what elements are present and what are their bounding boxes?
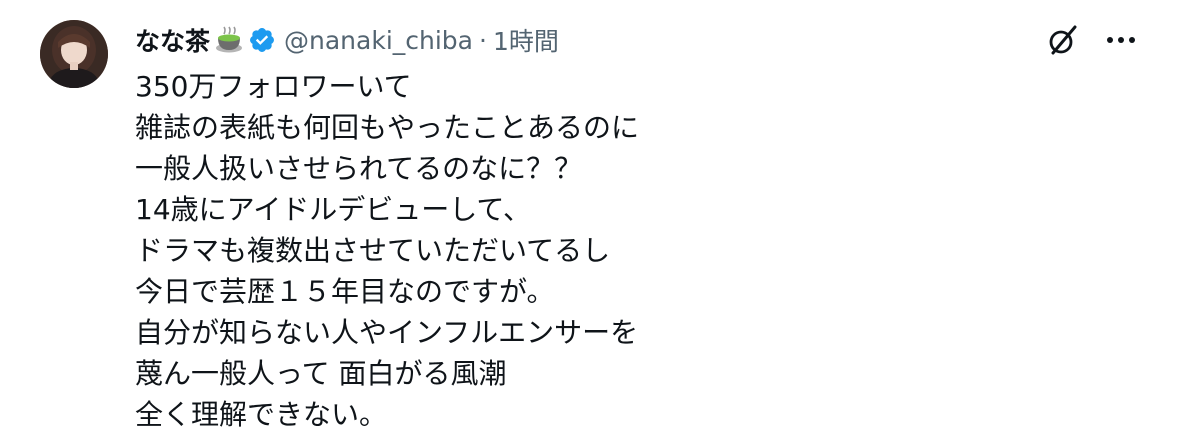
- tweet: なな茶 @nanaki_chiba · 1時間 350万フォロワーいて 雑誌の表…: [0, 0, 1179, 439]
- grok-icon: [1049, 25, 1077, 55]
- avatar[interactable]: [40, 20, 108, 88]
- display-name[interactable]: なな茶: [135, 22, 210, 58]
- tweet-text-line: 350万フォロワーいて: [135, 70, 412, 103]
- tweet-text-line: 蔑ん一般人って 面白がる風潮: [135, 357, 507, 390]
- grok-button[interactable]: [1045, 22, 1081, 58]
- separator-dot: ·: [479, 25, 487, 55]
- more-options-button[interactable]: [1103, 22, 1139, 58]
- tweet-text-line: 全く理解できない。: [135, 398, 388, 431]
- avatar-image: [40, 20, 108, 88]
- more-options-icon: [1107, 37, 1135, 43]
- matcha-tea-emoji: [214, 26, 244, 54]
- user-handle[interactable]: @nanaki_chiba: [284, 26, 473, 55]
- tweet-text-line: 雑誌の表紙も何回もやったことあるのに: [135, 111, 640, 144]
- verified-badge-icon[interactable]: [248, 26, 276, 54]
- tweet-text-line: ドラマも複数出させていただいてるし: [135, 234, 611, 267]
- tweet-header: なな茶 @nanaki_chiba · 1時間: [135, 22, 559, 58]
- timestamp[interactable]: 1時間: [493, 22, 559, 58]
- tweet-text-line: 一般人扱いさせられてるのなに？？: [135, 152, 583, 185]
- tweet-text-line: 今日で芸歴１５年目なのですが。: [135, 275, 555, 308]
- tweet-text: 350万フォロワーいて 雑誌の表紙も何回もやったことあるのに 一般人扱いさせられ…: [135, 66, 1135, 435]
- tweet-text-line: 14歳にアイドルデビューして、: [135, 193, 531, 226]
- tweet-actions: [1045, 22, 1139, 58]
- tweet-text-line: 自分が知らない人やインフルエンサーを: [135, 316, 639, 349]
